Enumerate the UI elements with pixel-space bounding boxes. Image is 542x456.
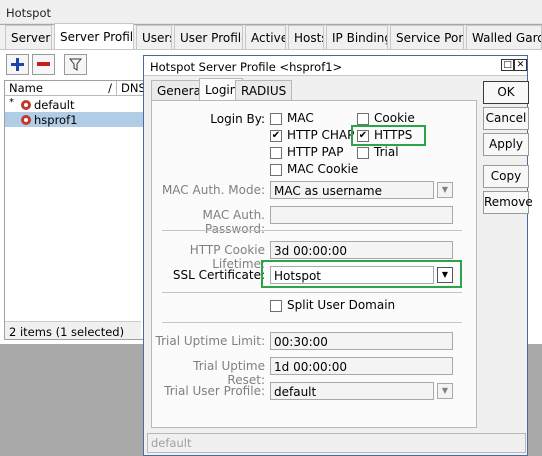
separator [162, 322, 462, 323]
trial-uptime-reset-field[interactable]: 1d 00:00:00 [270, 357, 453, 375]
trial-user-profile-label: Trial User Profile: [164, 384, 265, 398]
tab-server-profiles[interactable]: Server Profiles [54, 23, 134, 49]
window-title: Hotspot [0, 0, 542, 24]
http-pap-label: HTTP PAP [287, 145, 344, 159]
profile-icon [20, 114, 32, 129]
mac-auth-mode-select[interactable]: MAC as username [270, 181, 434, 199]
dialog-title-bar: Hotspot Server Profile <hsprof1> □ ✕ [144, 56, 527, 76]
ok-button[interactable]: OK [483, 81, 529, 104]
column-header-name[interactable]: Name / [5, 81, 117, 96]
mac-cookie-label: MAC Cookie [287, 162, 359, 176]
login-tab-content: Login By: MAC Cookie ✔ HTTP CHAP ✔ HTTPS… [151, 100, 477, 428]
login-by-label: Login By: [210, 112, 265, 126]
profile-name: default [34, 98, 75, 112]
trial-user-profile-select[interactable]: default [270, 382, 434, 400]
ssl-certificate-highlight [261, 260, 462, 288]
trial-checkbox[interactable] [357, 147, 369, 159]
http-chap-label: HTTP CHAP [287, 128, 355, 142]
split-user-domain-checkbox[interactable] [270, 300, 282, 312]
cookie-label: Cookie [374, 111, 415, 125]
filter-icon [69, 58, 82, 71]
tab-servers[interactable]: Servers [5, 25, 52, 49]
mac-checkbox[interactable] [270, 113, 282, 125]
tab-service-ports[interactable]: Service Ports [390, 25, 464, 49]
chevron-down-icon[interactable]: ▼ [437, 383, 453, 399]
add-button[interactable] [6, 54, 29, 75]
cancel-button[interactable]: Cancel [483, 107, 529, 130]
close-icon[interactable]: ✕ [514, 59, 527, 71]
separator [162, 230, 462, 231]
https-highlight [351, 125, 426, 146]
tab-walled-garden[interactable]: Walled Garden [466, 25, 542, 49]
http-chap-checkbox[interactable]: ✔ [270, 130, 282, 142]
profiles-list: Name / DNS * default hsprof1 2 items (1 … [4, 80, 147, 340]
mac-label: MAC [287, 111, 314, 125]
tab-ip-bindings[interactable]: IP Bindings [326, 25, 388, 49]
http-cookie-lifetime-field[interactable]: 3d 00:00:00 [270, 241, 453, 259]
list-status: 2 items (1 selected) [5, 321, 141, 339]
main-tabs: Servers Server Profiles Users User Profi… [0, 23, 542, 49]
maximize-icon[interactable]: □ [501, 59, 514, 71]
filter-button[interactable] [64, 54, 87, 75]
apply-button[interactable]: Apply [483, 133, 529, 156]
mac-auth-password-label: MAC Auth. Password: [202, 208, 265, 236]
default-marker: * [9, 97, 14, 108]
minus-icon [37, 62, 50, 66]
trial-uptime-limit-field[interactable]: 00:30:00 [270, 332, 453, 350]
sort-indicator: / [108, 81, 112, 95]
remove-button[interactable] [32, 54, 55, 75]
ssl-certificate-label: SSL Certificate: [172, 268, 265, 282]
tab-active[interactable]: Active [245, 25, 286, 49]
http-cookie-lifetime-label: HTTP Cookie Lifetime: [189, 243, 265, 271]
trial-label: Trial [374, 145, 399, 159]
tab-hosts[interactable]: Hosts [288, 25, 324, 49]
mac-auth-password-field[interactable] [270, 206, 453, 224]
mac-cookie-checkbox[interactable] [270, 164, 282, 176]
separator [162, 292, 462, 293]
tab-users[interactable]: Users [136, 25, 172, 49]
list-item[interactable]: hsprof1 [5, 112, 143, 127]
remove-button[interactable]: Remove [483, 191, 533, 214]
dialog-title: Hotspot Server Profile <hsprof1> [150, 60, 343, 74]
server-profile-dialog: Hotspot Server Profile <hsprof1> □ ✕ Gen… [143, 55, 533, 456]
profile-name: hsprof1 [34, 113, 78, 127]
http-pap-checkbox[interactable] [270, 147, 282, 159]
plus-icon [11, 58, 24, 71]
cookie-checkbox[interactable] [357, 113, 369, 125]
dialog-status: default [147, 433, 526, 453]
copy-button[interactable]: Copy [483, 165, 529, 188]
mac-auth-mode-label: MAC Auth. Mode: [161, 183, 265, 197]
chevron-down-icon[interactable]: ▼ [437, 182, 453, 198]
tab-user-profiles[interactable]: User Profiles [174, 25, 243, 49]
trial-uptime-reset-label: Trial Uptime Reset: [193, 359, 265, 387]
tab-radius[interactable]: RADIUS [235, 80, 293, 100]
list-item[interactable]: * default [5, 97, 143, 112]
split-user-domain-label: Split User Domain [287, 298, 396, 312]
trial-uptime-limit-label: Trial Uptime Limit: [155, 334, 265, 348]
column-label-name: Name [9, 81, 43, 95]
